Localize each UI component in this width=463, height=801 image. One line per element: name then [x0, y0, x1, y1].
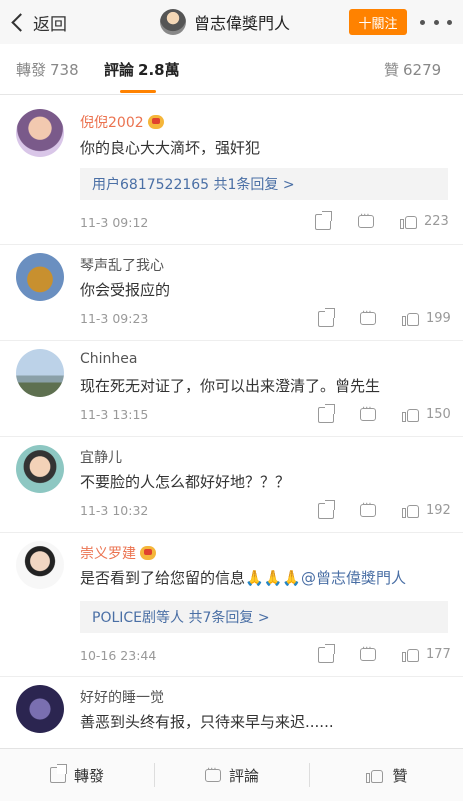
comment-username[interactable]: 琴声乱了我心: [80, 255, 164, 275]
tab-label: 轉發: [16, 61, 47, 79]
thumbs-up-icon: [400, 213, 418, 229]
comment-item: Chinhea 现在死无对证了，你可以出来澄清了。曾先生 11-3 13:15 …: [0, 340, 463, 437]
share-icon: [318, 644, 335, 663]
repost-action[interactable]: [318, 644, 335, 663]
comment-action[interactable]: [360, 643, 376, 661]
comment-icon: [360, 499, 376, 517]
repost-action[interactable]: [315, 211, 332, 230]
vip-badge-icon: [147, 115, 164, 129]
like-action[interactable]: 192: [402, 502, 451, 518]
active-tab-indicator: [120, 90, 156, 93]
chevron-left-icon: [11, 12, 30, 32]
share-icon: [318, 404, 335, 423]
page-title: 曾志偉獎門人: [194, 14, 291, 33]
comment-action[interactable]: [358, 210, 374, 228]
comment-item: 好好的睡一觉 善恶到头终有报，只待来早与来迟......: [0, 676, 463, 748]
thumbs-up-icon: [402, 406, 420, 422]
comment-icon: [204, 764, 221, 782]
like-label: 贊: [392, 766, 408, 785]
comment-icon: [360, 307, 376, 325]
comment-item: 琴声乱了我心 你会受报应的 11-3 09:23 199: [0, 244, 463, 341]
tab-bar: 轉發 738 評論 2.8萬 贊 6279: [0, 44, 463, 95]
vip-badge-icon: [140, 546, 156, 560]
avatar[interactable]: [16, 685, 64, 733]
tab-likes[interactable]: 贊 6279: [384, 59, 441, 80]
share-icon: [315, 211, 332, 230]
comment-username[interactable]: 好好的睡一觉: [80, 687, 164, 707]
comment-time: 10-16 23:44: [80, 648, 157, 663]
page-title-group[interactable]: 曾志偉獎門人: [160, 9, 290, 35]
share-icon: [318, 500, 335, 519]
comment-action[interactable]: [360, 307, 376, 325]
comment-icon: [358, 210, 374, 228]
thumbs-up-icon: [402, 646, 420, 662]
like-count: 177: [426, 646, 451, 662]
like-button[interactable]: 贊: [310, 749, 463, 801]
follow-button[interactable]: 十關注: [349, 9, 407, 35]
thumbs-up-icon: [366, 767, 384, 783]
repost-action[interactable]: [318, 308, 335, 327]
repost-action[interactable]: [318, 500, 335, 519]
thumbs-up-icon: [402, 502, 420, 518]
comment-icon: [360, 403, 376, 421]
comment-time: 11-3 13:15: [80, 407, 149, 422]
replies-link[interactable]: 用户6817522165 共1条回复 >: [80, 168, 448, 200]
repost-label: 轉發: [73, 766, 104, 785]
repost-button[interactable]: 轉發: [0, 749, 154, 801]
tab-comments[interactable]: 評論 2.8萬: [104, 59, 180, 80]
tab-label: 評論: [104, 61, 135, 79]
avatar[interactable]: [16, 445, 64, 493]
top-nav-bar: 返回 曾志偉獎門人 十關注: [0, 0, 463, 44]
repost-action[interactable]: [318, 404, 335, 423]
back-button[interactable]: 返回: [8, 8, 67, 36]
comment-time: 11-3 10:32: [80, 503, 149, 518]
comment-text: 你会受报应的: [80, 281, 171, 299]
comment-text: 你的良心大大滴坏，强奸犯: [80, 139, 261, 157]
comment-label: 評論: [228, 766, 259, 785]
comment-item: 宜静儿 不要脸的人怎么都好好地？？？ 11-3 10:32 192: [0, 436, 463, 533]
tab-count: 2.8萬: [138, 61, 180, 79]
comment-button[interactable]: 評論: [155, 749, 309, 801]
like-action[interactable]: 177: [402, 646, 451, 662]
comment-item: 倪倪2002 你的良心大大滴坏，强奸犯 用户6817522165 共1条回复 >…: [0, 95, 463, 245]
avatar[interactable]: [16, 541, 64, 589]
like-action[interactable]: 199: [402, 310, 451, 326]
comment-time: 11-3 09:23: [80, 311, 149, 326]
avatar[interactable]: [16, 349, 64, 397]
comment-item: 崇义罗建 是否看到了给您留的信息🙏🙏🙏@曾志偉獎門人 POLICE剧等人 共7条…: [0, 532, 463, 677]
comment-time: 11-3 09:12: [80, 215, 149, 230]
like-count: 192: [426, 502, 451, 518]
like-count: 150: [426, 406, 451, 422]
comment-action[interactable]: [360, 499, 376, 517]
share-icon: [318, 308, 335, 327]
thumbs-up-icon: [402, 310, 420, 326]
tab-count: 738: [50, 61, 79, 79]
replies-link[interactable]: POLICE剧等人 共7条回复 >: [80, 601, 448, 633]
tab-label: 贊: [384, 61, 400, 79]
comment-username[interactable]: 崇义罗建: [80, 543, 156, 563]
comment-username[interactable]: 宜静儿: [80, 447, 122, 467]
comment-text: 不要脸的人怎么都好好地？？？: [80, 473, 291, 491]
bottom-action-bar: 轉發 評論 贊: [0, 748, 463, 801]
comment-text: 是否看到了给您留的信息🙏🙏🙏@曾志偉獎門人: [80, 569, 407, 587]
comment-text: 善恶到头终有报，只待来早与来迟......: [80, 713, 334, 731]
comment-username[interactable]: Chinhea: [80, 351, 137, 367]
back-label: 返回: [33, 14, 67, 35]
more-dots-icon[interactable]: [420, 13, 452, 31]
share-icon: [49, 764, 67, 783]
avatar: [160, 9, 186, 35]
like-action[interactable]: 223: [400, 213, 449, 229]
avatar[interactable]: [16, 253, 64, 301]
comment-icon: [360, 643, 376, 661]
mention-link[interactable]: @曾志偉獎門人: [301, 569, 406, 587]
like-count: 223: [424, 213, 449, 229]
tab-count: 6279: [403, 61, 442, 79]
comment-text: 现在死无对证了，你可以出来澄清了。曾先生: [80, 377, 381, 395]
comment-username[interactable]: 倪倪2002: [80, 112, 164, 132]
like-action[interactable]: 150: [402, 406, 451, 422]
avatar[interactable]: [16, 109, 64, 157]
like-count: 199: [426, 310, 451, 326]
tab-reposts[interactable]: 轉發 738: [16, 59, 79, 80]
comment-action[interactable]: [360, 403, 376, 421]
